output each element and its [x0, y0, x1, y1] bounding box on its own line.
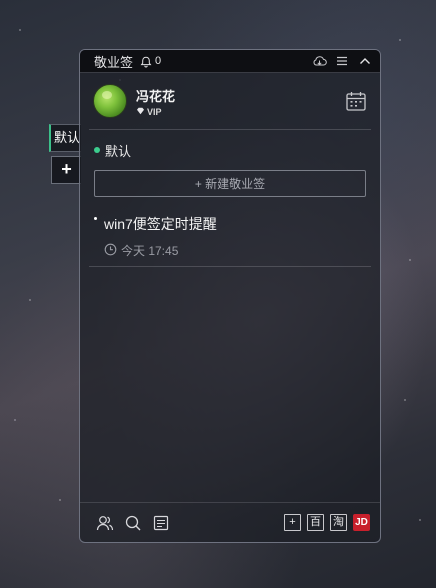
category-row[interactable]: 默认	[80, 130, 380, 170]
category-label: 默认	[105, 143, 132, 159]
note-time-text: 今天 17:45	[121, 244, 179, 258]
calendar-icon[interactable]	[345, 90, 367, 112]
user-name: 冯花花	[136, 88, 176, 104]
side-tab-default[interactable]: 默认	[49, 124, 81, 152]
side-tabs: 默认 +	[49, 124, 81, 184]
vip-label: VIP	[147, 106, 162, 117]
note-time: 今天 17:45	[104, 242, 366, 259]
notification-count: 0	[155, 55, 162, 67]
note-bullet	[94, 217, 97, 220]
bottom-toolbar: + 百 淘 JD	[80, 502, 380, 542]
vip-badge: VIP	[136, 107, 175, 117]
clock-icon	[104, 243, 117, 259]
cloud-sync-icon[interactable]	[312, 54, 327, 68]
collapse-icon[interactable]	[358, 54, 372, 68]
side-tab-add-button[interactable]: +	[51, 156, 81, 184]
note-title: win7便签定时提醒	[104, 216, 217, 232]
user-row: 冯花花 VIP	[80, 73, 380, 129]
user-info: 冯花花 VIP	[136, 86, 175, 117]
note-item[interactable]: win7便签定时提醒 今天 17:45	[80, 214, 380, 266]
add-note-button[interactable]: +	[284, 514, 301, 531]
menu-icon[interactable]	[335, 54, 349, 68]
jd-button[interactable]: JD	[353, 514, 370, 531]
note-divider	[89, 266, 371, 267]
baidu-button[interactable]: 百	[307, 514, 324, 531]
title-bar[interactable]: 敬业签 0	[80, 50, 380, 73]
search-icon[interactable]	[124, 514, 142, 532]
taobao-button[interactable]: 淘	[330, 514, 347, 531]
avatar[interactable]	[93, 84, 127, 118]
notes-list-icon[interactable]	[152, 514, 170, 532]
diamond-icon	[136, 107, 145, 117]
category-dot	[94, 147, 100, 153]
contacts-icon[interactable]	[96, 514, 114, 532]
new-note-button[interactable]: + 新建敬业签	[94, 170, 366, 197]
bell-icon[interactable]	[140, 55, 152, 68]
sticky-note-panel: 敬业签 0 冯花花 VIP 默认 + 新建敬业签 win7便签定时提醒 今天 1…	[79, 49, 381, 543]
app-title: 敬业签	[94, 54, 134, 70]
